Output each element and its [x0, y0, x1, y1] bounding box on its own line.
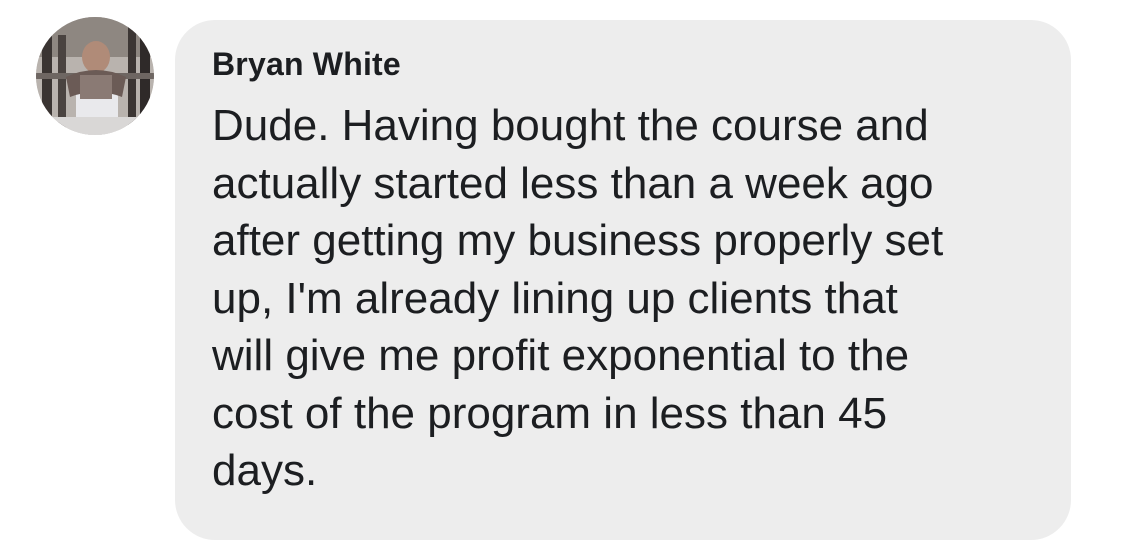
comment-text-line: cost of the program in less than 45	[212, 388, 888, 438]
comment-text-line: will give me profit exponential to the	[212, 331, 910, 380]
comment-text-line: Dude. Having bought the course and	[212, 101, 929, 150]
comment-author-name[interactable]: Bryan White	[212, 46, 401, 83]
comment-text-line: after getting my business properly set	[212, 216, 944, 265]
comment-text-line: days.	[212, 446, 318, 495]
author-avatar[interactable]	[36, 17, 154, 135]
profile-photo-avatar-icon	[36, 17, 154, 135]
comment-text: Dude. Having bought the course and actua…	[212, 97, 1062, 500]
comment-text-line: actually started less than a week ago	[212, 158, 934, 208]
comment-text-line: up, I'm already lining up clients that	[212, 273, 898, 323]
